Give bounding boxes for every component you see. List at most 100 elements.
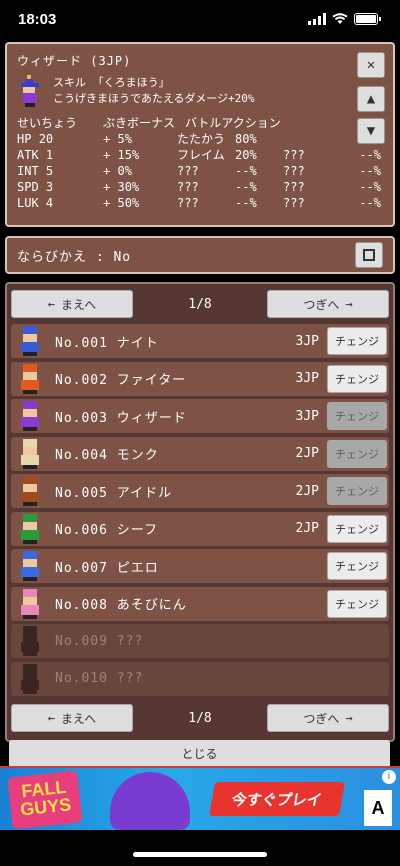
job-sprite-icon [21, 363, 39, 394]
stat-weapon-bonus: + 50% [103, 196, 140, 210]
action-2-percent: --% [359, 148, 381, 162]
sort-checkbox[interactable] [355, 242, 383, 268]
header-action: バトルアクション [185, 116, 281, 130]
stats-header: せいちょう ぶきボーナス バトルアクション [17, 115, 383, 131]
stats-table: せいちょう ぶきボーナス バトルアクション HP 20 + 5% たたかう 80% AT… [17, 115, 383, 211]
action-2-percent: --% [359, 180, 381, 194]
stat-growth: INT 5 [17, 164, 54, 178]
wizard-sprite-icon [21, 75, 39, 107]
change-button: チェンジ [327, 477, 387, 505]
job-row: No.010 ??? [11, 661, 389, 696]
job-row: No.001 ナイト 3JP チェンジ [11, 324, 389, 358]
change-button[interactable]: チェンジ [327, 552, 387, 580]
action-1-percent: --% [235, 180, 257, 194]
header-growth: せいちょう [17, 116, 78, 130]
sort-label: ならびかえ : No [17, 249, 132, 265]
home-indicator[interactable] [133, 852, 267, 857]
action-1-name: フレイム [177, 148, 225, 162]
job-row: No.005 アイドル 2JP チェンジ [11, 474, 389, 508]
job-name: No.003 ウィザード [55, 410, 187, 426]
page-indicator-bottom: 1/8 [188, 710, 212, 726]
action-2-name: ??? [283, 180, 305, 194]
header-weapon: ぶきボーナス [103, 116, 176, 130]
job-name: No.007 ピエロ [55, 560, 159, 576]
job-jp: 2JP [295, 483, 319, 499]
job-info-panel: ウィザード (3JP) スキル 「くろまほう」 こうげきまほうであたえるダメージ… [5, 42, 395, 227]
job-row: No.008 あそびにん チェンジ [11, 586, 389, 621]
stat-row: ATK 1 + 15% フレイム 20%??? --% [17, 147, 383, 163]
page-indicator: 1/8 [188, 296, 212, 312]
wifi-icon [332, 13, 348, 24]
job-row: No.003 ウィザード 3JP チェンジ [11, 399, 389, 433]
job-jp: 3JP [295, 371, 319, 386]
action-1-name: たたかう [177, 132, 226, 146]
change-button[interactable]: チェンジ [327, 327, 387, 355]
pager-bottom: ← まえへ 1/8 つぎへ → [7, 702, 393, 734]
action-2-name: ??? [283, 148, 305, 162]
close-button[interactable]: とじる [9, 740, 390, 766]
ad-rating-badge: A [364, 790, 392, 826]
job-sprite-icon [21, 626, 39, 656]
job-sprite-icon [21, 438, 39, 469]
ad-info-icon[interactable]: i [382, 770, 396, 784]
change-button[interactable]: チェンジ [327, 364, 387, 393]
stat-growth: ATK 1 [17, 148, 54, 162]
change-button[interactable]: チェンジ [327, 514, 387, 543]
status-time: 18:03 [18, 10, 57, 28]
stat-row: SPD 3 + 30%??? --%??? --% [17, 179, 383, 195]
job-sprite-icon [21, 588, 39, 619]
job-row: No.007 ピエロ チェンジ [11, 549, 389, 583]
job-row: No.004 モンク 2JP チェンジ [11, 436, 389, 471]
next-page-button[interactable]: つぎへ → [266, 290, 389, 318]
action-1-percent: --% [235, 164, 257, 178]
job-sprite-icon [21, 476, 39, 506]
close-icon[interactable]: ✕ [357, 52, 385, 78]
job-sprite-icon [21, 401, 39, 431]
job-name: No.009 ??? [55, 633, 144, 649]
stat-weapon-bonus: + 5% [103, 132, 132, 146]
next-page-button-bottom[interactable]: つぎへ → [266, 704, 389, 732]
prev-page-button-bottom[interactable]: ← まえへ [11, 704, 133, 732]
job-name: No.008 あそびにん [55, 598, 187, 613]
stat-growth: SPD 3 [17, 180, 54, 194]
job-row: No.002 ファイター 3JP チェンジ [11, 361, 389, 396]
sort-panel: ならびかえ : No [5, 236, 395, 274]
job-jp: 2JP [295, 446, 319, 461]
status-icons [308, 13, 381, 25]
action-1-percent: 80% [235, 132, 257, 146]
arrow-right-icon: → [345, 297, 353, 311]
action-2-name: ??? [283, 196, 305, 210]
job-sprite-icon [21, 513, 39, 544]
skill-desc: こうげきまほうであたえるダメージ+20% [53, 92, 255, 105]
ad-banner[interactable]: FALL GUYS 今すぐプレイ A i [0, 766, 400, 830]
job-list-panel: ← まえへ 1/8 つぎへ → No.001 ナイト 3JP チェンジ No.002 フ… [5, 282, 395, 742]
job-name: No.004 モンク [55, 448, 159, 463]
stat-weapon-bonus: + 15% [103, 148, 140, 162]
job-name: No.002 ファイター [55, 373, 187, 388]
job-title: ウィザード (3JP) [17, 54, 132, 68]
stat-row: INT 5 + 0%??? --%??? --% [17, 163, 383, 179]
arrow-down-icon[interactable]: ▼ [357, 118, 385, 144]
arrow-left-icon: ← [47, 711, 56, 725]
pager-top: ← まえへ 1/8 つぎへ → [7, 288, 393, 320]
ad-play-button[interactable]: 今すぐプレイ [209, 782, 345, 816]
arrow-up-icon[interactable]: ▲ [357, 86, 385, 112]
action-1-name: ??? [177, 196, 199, 210]
action-2-name [283, 131, 345, 147]
action-2-percent: --% [359, 196, 381, 210]
job-sprite-icon [21, 663, 39, 694]
arrow-left-icon: ← [47, 297, 56, 311]
job-name: No.010 ??? [55, 671, 144, 686]
arrow-right-icon: → [345, 711, 353, 725]
job-name: No.005 アイドル [55, 485, 173, 501]
ad-logo: FALL GUYS [7, 770, 83, 830]
stat-row: HP 20 + 5% たたかう 80% [17, 131, 383, 147]
job-row: No.006 シーフ 2JP チェンジ [11, 511, 389, 546]
change-button: チェンジ [327, 402, 387, 430]
job-sprite-icon [21, 326, 39, 356]
stat-weapon-bonus: + 0% [103, 164, 132, 178]
job-name: No.001 ナイト [55, 335, 159, 351]
job-name: No.006 シーフ [55, 523, 159, 538]
prev-page-button[interactable]: ← まえへ [11, 290, 133, 318]
change-button[interactable]: チェンジ [327, 589, 387, 618]
